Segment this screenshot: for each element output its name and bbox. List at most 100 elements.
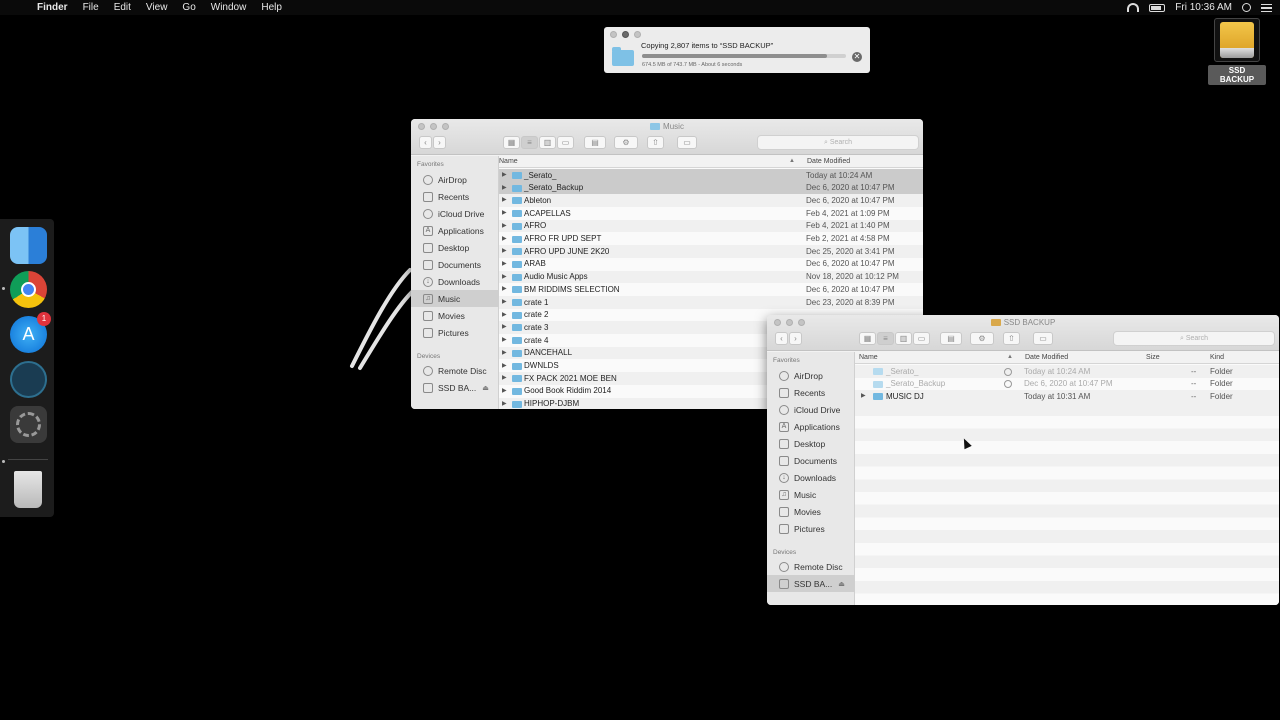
sidebar-item-downloads[interactable]: ↓ Downloads	[767, 469, 855, 486]
table-row[interactable]: ▶ AFRO UPD JUNE 2K20 Dec 25, 2020 at 3:41 …	[499, 245, 923, 258]
forward-button[interactable]: ›	[433, 136, 446, 149]
sidebar-item-recents[interactable]: Recents	[767, 384, 855, 401]
sidebar-item-music[interactable]: ♫ Music	[767, 486, 855, 503]
date-column-header[interactable]: Date Modified	[807, 158, 850, 165]
sort-ascending-icon[interactable]: ▲	[789, 158, 795, 164]
disclosure-triangle-icon[interactable]: ▶	[502, 184, 507, 191]
sidebar-item-pictures[interactable]: Pictures	[767, 520, 855, 537]
table-row[interactable]: ▶ ACAPELLAS Feb 4, 2021 at 1:09 PM	[499, 207, 923, 220]
sidebar-item-ssd-backup[interactable]: SSD BA... ⏏	[411, 379, 499, 396]
finder-icon[interactable]	[10, 227, 47, 264]
close-icon[interactable]	[610, 31, 617, 38]
forward-button[interactable]: ›	[789, 332, 802, 345]
disclosure-triangle-icon[interactable]: ▶	[502, 323, 507, 330]
sidebar-item-applications[interactable]: A Applications	[411, 222, 499, 239]
disclosure-triangle-icon[interactable]: ▶	[861, 392, 866, 399]
icon-view-button[interactable]: ▦	[859, 332, 876, 345]
disclosure-triangle-icon[interactable]: ▶	[502, 285, 507, 292]
sidebar-item-icloud-drive[interactable]: iCloud Drive	[411, 205, 499, 222]
back-button[interactable]: ‹	[419, 136, 432, 149]
battery-icon[interactable]	[1149, 3, 1166, 12]
menu-go[interactable]: Go	[182, 2, 195, 13]
disclosure-triangle-icon[interactable]: ▶	[502, 171, 507, 178]
chrome-icon[interactable]	[10, 271, 47, 308]
table-row[interactable]: ▶ AFRO Feb 4, 2021 at 1:40 PM	[499, 219, 923, 233]
gallery-view-button[interactable]: ▭	[557, 136, 574, 149]
list-view-button[interactable]: ≡	[521, 136, 538, 149]
ssd-backup-drive[interactable]: SSD BACKUP	[1208, 18, 1266, 87]
back-button[interactable]: ‹	[775, 332, 788, 345]
list-view-button[interactable]: ≡	[877, 332, 894, 345]
sidebar-item-ssd-backup[interactable]: SSD BA... ⏏	[767, 575, 855, 592]
disclosure-triangle-icon[interactable]: ▶	[502, 387, 507, 394]
tags-button[interactable]: ▭	[1033, 332, 1053, 345]
sidebar-item-airdrop[interactable]: AirDrop	[767, 367, 855, 384]
column-view-button[interactable]: ▥	[895, 332, 912, 345]
table-row[interactable]: ▶ _Serato_Backup Dec 6, 2020 at 10:47 PM	[499, 181, 923, 195]
size-column-header[interactable]: Size	[1146, 354, 1160, 361]
table-row[interactable]: ▶ AFRO FR UPD SEPT Feb 2, 2021 at 4:58 PM	[499, 232, 923, 246]
table-row[interactable]: ▶ MUSIC DJ Today at 10:31 AM -- Folder	[855, 390, 1279, 404]
table-row[interactable]: ▶ Ableton Dec 6, 2020 at 10:47 PM	[499, 194, 923, 208]
table-row[interactable]: ▶ Audio Music Apps Nov 18, 2020 at 10:12 P…	[499, 270, 923, 284]
group-button[interactable]: ▤	[584, 136, 606, 149]
sidebar-item-movies[interactable]: Movies	[411, 307, 499, 324]
sidebar-item-downloads[interactable]: ↓ Downloads	[411, 273, 499, 290]
sidebar-item-documents[interactable]: Documents	[767, 452, 855, 469]
kind-column-header[interactable]: Kind	[1210, 354, 1224, 361]
serato-icon[interactable]	[10, 361, 47, 398]
system-preferences-icon[interactable]	[10, 406, 47, 443]
disclosure-triangle-icon[interactable]: ▶	[502, 311, 507, 318]
disclosure-triangle-icon[interactable]: ▶	[502, 222, 507, 229]
action-gear-icon[interactable]: ⚙	[970, 332, 994, 345]
gallery-view-button[interactable]: ▭	[913, 332, 930, 345]
disclosure-triangle-icon[interactable]: ▶	[502, 260, 507, 267]
table-row[interactable]: _Serato_Backup Dec 6, 2020 at 10:47 PM -- F…	[855, 377, 1279, 391]
sidebar-item-desktop[interactable]: Desktop	[411, 239, 499, 256]
wifi-icon[interactable]	[1127, 3, 1140, 12]
minimize-icon[interactable]	[622, 31, 629, 38]
disclosure-triangle-icon[interactable]: ▶	[502, 336, 507, 343]
menu-window[interactable]: Window	[211, 2, 247, 13]
sidebar-item-applications[interactable]: A Applications	[767, 418, 855, 435]
share-button[interactable]: ⇧	[647, 136, 664, 149]
disclosure-triangle-icon[interactable]: ▶	[502, 298, 507, 305]
sidebar-item-icloud-drive[interactable]: iCloud Drive	[767, 401, 855, 418]
notification-center-icon[interactable]	[1261, 3, 1272, 12]
sidebar-item-remote-disc[interactable]: Remote Disc	[767, 558, 855, 575]
action-gear-icon[interactable]: ⚙	[614, 136, 638, 149]
sidebar-item-movies[interactable]: Movies	[767, 503, 855, 520]
table-row[interactable]: ▶ BM RIDDIMS SELECTION Dec 6, 2020 at 10:4…	[499, 283, 923, 296]
name-column-header[interactable]: Name	[499, 158, 518, 165]
search-input[interactable]: ⌕ Search	[757, 135, 919, 150]
sidebar-item-music[interactable]: ♫ Music	[411, 290, 499, 307]
eject-icon[interactable]: ⏏	[838, 580, 845, 588]
sidebar-item-documents[interactable]: Documents	[411, 256, 499, 273]
table-row[interactable]: ▶ _Serato_ Today at 10:24 AM	[499, 169, 923, 182]
disclosure-triangle-icon[interactable]: ▶	[502, 349, 507, 356]
sidebar-item-desktop[interactable]: Desktop	[767, 435, 855, 452]
date-column-header[interactable]: Date Modified	[1025, 354, 1068, 361]
group-button[interactable]: ▤	[940, 332, 962, 345]
disclosure-triangle-icon[interactable]: ▶	[502, 247, 507, 254]
name-column-header[interactable]: Name	[859, 354, 878, 361]
search-input[interactable]: ⌕ Search	[1113, 331, 1275, 346]
disclosure-triangle-icon[interactable]: ▶	[502, 400, 507, 407]
menu-help[interactable]: Help	[261, 2, 282, 13]
sidebar-item-recents[interactable]: Recents	[411, 188, 499, 205]
sidebar-item-airdrop[interactable]: AirDrop	[411, 171, 499, 188]
disclosure-triangle-icon[interactable]: ▶	[502, 209, 507, 216]
app-store-icon[interactable]: A1	[10, 312, 51, 353]
share-button[interactable]: ⇧	[1003, 332, 1020, 345]
disclosure-triangle-icon[interactable]: ▶	[502, 362, 507, 369]
column-view-button[interactable]: ▥	[539, 136, 556, 149]
trash-icon[interactable]	[14, 471, 42, 508]
disclosure-triangle-icon[interactable]: ▶	[502, 273, 507, 280]
menu-finder[interactable]: Finder	[37, 2, 68, 13]
menu-view[interactable]: View	[146, 2, 168, 13]
disclosure-triangle-icon[interactable]: ▶	[502, 235, 507, 242]
clock[interactable]: Fri 10:36 AM	[1175, 2, 1232, 13]
disclosure-triangle-icon[interactable]: ▶	[502, 374, 507, 381]
disclosure-triangle-icon[interactable]: ▶	[502, 196, 507, 203]
table-row[interactable]: _Serato_ Today at 10:24 AM -- Folder	[855, 365, 1279, 378]
